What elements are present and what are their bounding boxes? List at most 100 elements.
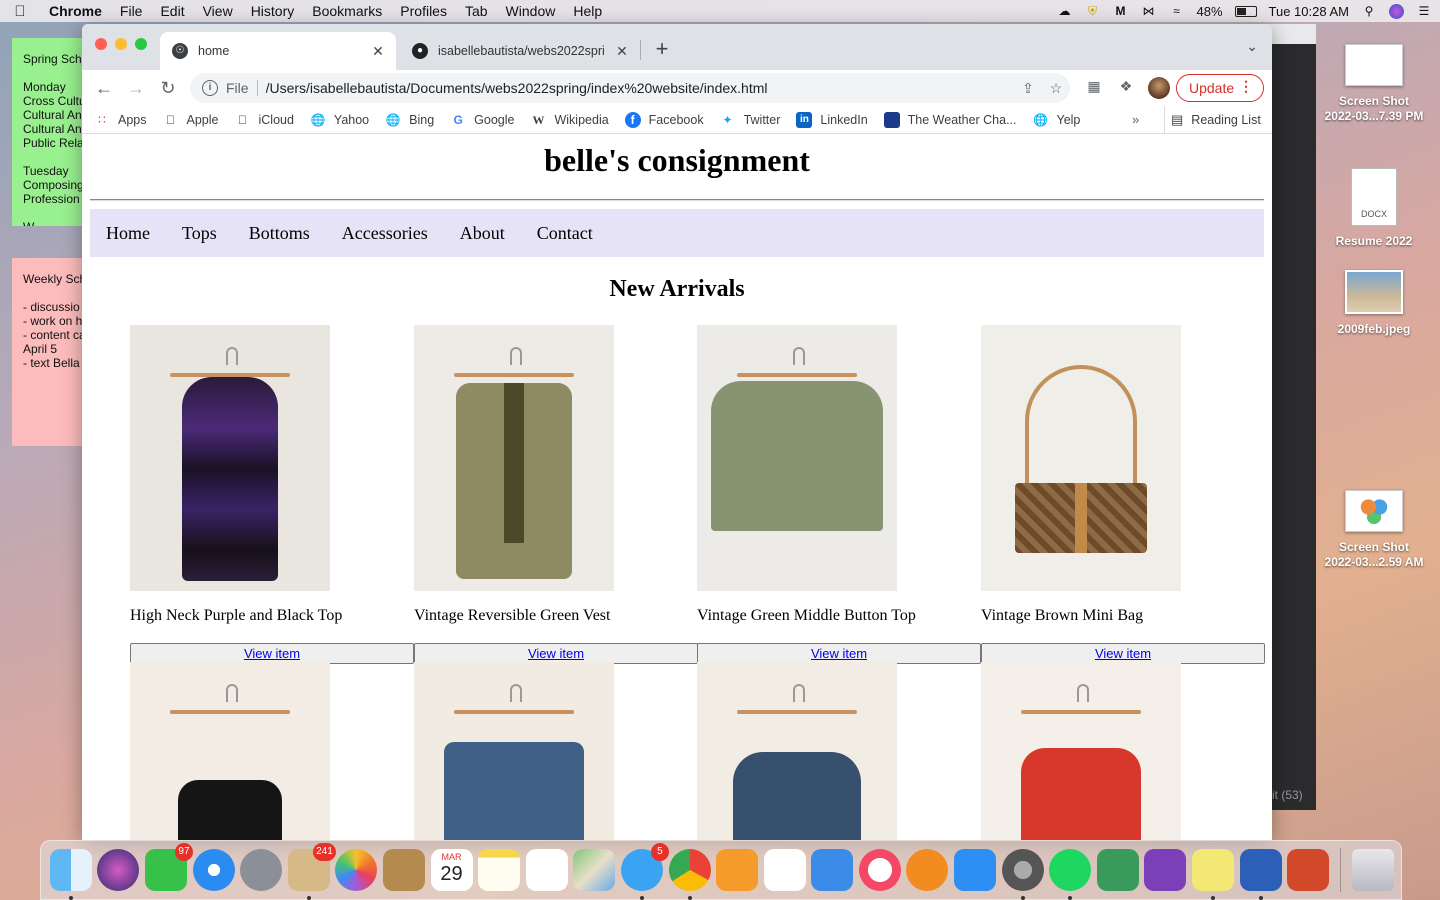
nav-link-bottoms[interactable]: Bottoms — [249, 223, 310, 244]
view-item-link[interactable]: View item — [244, 646, 300, 661]
window-minimize-button[interactable] — [115, 38, 127, 50]
system-preferences-icon[interactable] — [1001, 849, 1044, 900]
launchpad-icon[interactable] — [240, 849, 283, 891]
forward-arrow-icon[interactable]: → — [120, 78, 152, 99]
word-icon[interactable] — [1239, 849, 1282, 900]
messages-icon[interactable]: 5 — [620, 843, 669, 900]
menu-clock[interactable]: Tue 10:28 AM — [1269, 4, 1349, 19]
bookmark-yahoo[interactable]: 🌐 Yahoo — [310, 112, 369, 128]
tab-home[interactable]: ☉ home ✕ — [160, 32, 396, 70]
tab-github[interactable]: ● isabellebautista/webs2022spri ✕ — [400, 32, 640, 70]
update-button[interactable]: Update ⋮ — [1176, 74, 1264, 102]
facetime-icon[interactable]: 97 — [144, 843, 193, 891]
profile-avatar[interactable] — [1148, 77, 1170, 99]
puzzle-extensions-icon[interactable]: ❖ — [1116, 78, 1136, 98]
app-menu-chrome[interactable]: Chrome — [40, 3, 111, 19]
photos-icon[interactable] — [335, 849, 378, 891]
bookmark-star-icon[interactable]: ☆ — [1042, 80, 1070, 97]
bookmark-apps[interactable]: ∷ Apps — [94, 112, 146, 128]
menu-window[interactable]: Window — [497, 3, 565, 19]
apple-menu-icon[interactable]:  — [0, 3, 40, 20]
product-image-green-top[interactable] — [697, 325, 897, 591]
view-item-button[interactable]: View item — [981, 643, 1265, 664]
extension-icon[interactable]: ▦ — [1084, 78, 1104, 98]
powerpoint-icon[interactable] — [1287, 849, 1330, 891]
creative-cloud-icon[interactable]: ☁ — [1057, 4, 1073, 18]
bookmark-facebook[interactable]: f Facebook — [624, 111, 704, 128]
shield-icon[interactable]: ⛨ — [1085, 4, 1101, 18]
maps-icon[interactable] — [573, 849, 616, 891]
music-icon[interactable] — [858, 849, 901, 891]
info-icon[interactable]: i — [202, 80, 218, 96]
bluetooth-icon[interactable]: ⋈ — [1141, 4, 1157, 18]
bookmark-apple[interactable]:  Apple — [163, 112, 218, 128]
nav-link-contact[interactable]: Contact — [537, 223, 593, 244]
bookmark-bing[interactable]: 🌐 Bing — [385, 112, 435, 128]
menu-profiles[interactable]: Profiles — [391, 3, 456, 19]
siri-icon[interactable] — [97, 849, 140, 891]
spotify-icon[interactable] — [1049, 849, 1092, 900]
view-item-link[interactable]: View item — [1095, 646, 1151, 661]
product-image-purple-top[interactable] — [130, 325, 330, 591]
menu-file[interactable]: File — [111, 3, 152, 19]
menu-view[interactable]: View — [194, 3, 242, 19]
pages-icon[interactable] — [716, 849, 759, 891]
app-store-icon[interactable] — [954, 849, 997, 891]
siri-icon[interactable] — [1389, 3, 1404, 19]
product-image-black-cami[interactable] — [130, 662, 330, 840]
product-image-denim-vest[interactable] — [414, 662, 614, 840]
menu-tab[interactable]: Tab — [456, 3, 497, 19]
sticky-note-pink[interactable]: Weekly Sch - discussio - work on h - con… — [12, 258, 92, 446]
bookmark-yelp[interactable]: 🌐 Yelp — [1033, 112, 1080, 128]
close-tab-icon[interactable]: ✕ — [370, 43, 386, 60]
window-maximize-button[interactable] — [135, 38, 147, 50]
battery-icon[interactable] — [1234, 5, 1257, 17]
bookmark-linkedin[interactable]: in LinkedIn — [796, 111, 868, 128]
bookmark-google[interactable]: G Google — [450, 112, 515, 128]
bookmark-weather[interactable]: The Weather Cha... — [883, 111, 1017, 128]
reading-list-button[interactable]: ▤ Reading List — [1164, 106, 1261, 134]
contacts-icon[interactable] — [382, 849, 425, 891]
view-item-button[interactable]: View item — [697, 643, 981, 664]
product-image-green-vest[interactable] — [414, 325, 614, 591]
bookmark-wikipedia[interactable]: W Wikipedia — [530, 112, 608, 128]
finder-icon[interactable] — [49, 849, 92, 900]
keynote-icon[interactable] — [811, 849, 854, 891]
desktop-file-resume[interactable]: DOCX Resume 2022 — [1314, 168, 1434, 249]
github-desktop-icon[interactable] — [1144, 849, 1187, 891]
window-close-button[interactable] — [95, 38, 107, 50]
address-bar[interactable]: i File /Users/isabellebautista/Documents… — [190, 73, 1070, 103]
view-item-link[interactable]: View item — [811, 646, 867, 661]
chrome-icon[interactable] — [668, 849, 711, 900]
stickies-icon[interactable] — [1192, 849, 1235, 900]
bookmarks-overflow-chevron-icon[interactable]: » — [1132, 112, 1139, 127]
tab-search-chevron-icon[interactable]: ⌄ — [1246, 38, 1258, 55]
view-item-button[interactable]: View item — [130, 643, 414, 664]
desktop-file-screenshot-1[interactable]: Screen Shot 2022-03...7.39 PM — [1314, 44, 1434, 124]
malwarebytes-icon[interactable]: M — [1113, 4, 1129, 18]
nav-link-about[interactable]: About — [460, 223, 505, 244]
menu-bookmarks[interactable]: Bookmarks — [303, 3, 391, 19]
safari-icon[interactable] — [192, 849, 235, 891]
url-text[interactable]: /Users/isabellebautista/Documents/webs20… — [266, 80, 1014, 96]
view-item-button[interactable]: View item — [414, 643, 698, 664]
bookmark-twitter[interactable]: ✦ Twitter — [720, 112, 781, 128]
numbers-icon[interactable] — [763, 849, 806, 891]
more-menu-icon[interactable]: ⋮ — [1239, 78, 1253, 95]
desktop-file-photo[interactable]: 2009feb.jpeg — [1314, 270, 1434, 337]
notification-center-icon[interactable]: ☰ — [1416, 4, 1432, 18]
calendar-icon[interactable]: MAR 29 — [430, 849, 473, 891]
nav-link-tops[interactable]: Tops — [182, 223, 217, 244]
notes-icon[interactable] — [478, 849, 521, 891]
books-icon[interactable] — [906, 849, 949, 891]
atom-icon[interactable] — [1096, 849, 1139, 891]
view-item-link[interactable]: View item — [528, 646, 584, 661]
product-image-denim-dress[interactable] — [697, 662, 897, 840]
product-image-red-tank[interactable] — [981, 662, 1181, 840]
spotlight-search-icon[interactable]: ⚲ — [1361, 4, 1377, 18]
sticky-note-green[interactable]: Spring Sch Monday Cross Cultu Cultural A… — [12, 38, 92, 226]
desktop-file-screenshot-2[interactable]: Screen Shot 2022-03...2.59 AM — [1314, 490, 1434, 570]
reminders-icon[interactable] — [525, 849, 568, 891]
bookmark-icloud[interactable]:  iCloud — [234, 112, 294, 128]
menu-history[interactable]: History — [242, 3, 304, 19]
